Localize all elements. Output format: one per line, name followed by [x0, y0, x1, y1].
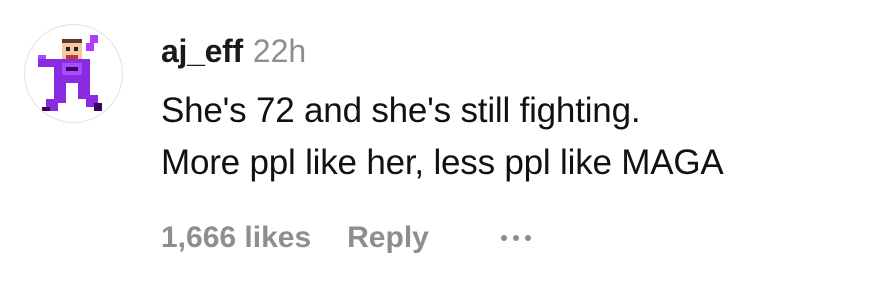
- ellipsis-dot: [512, 235, 519, 241]
- ellipsis-icon[interactable]: [500, 228, 531, 248]
- comment-actions: 1,666 likes Reply: [161, 218, 531, 258]
- timestamp: 22h: [252, 33, 307, 69]
- avatar[interactable]: [24, 24, 123, 123]
- comment-text-line: More ppl like her, less ppl like MAGA: [161, 143, 724, 182]
- ellipsis-dot: [500, 235, 507, 241]
- pixel-character-avatar-icon: [38, 35, 102, 111]
- likes-count[interactable]: 1,666 likes: [161, 221, 311, 255]
- comment: aj_eff 22h She's 72 and she's still fight…: [0, 0, 888, 284]
- reply-button[interactable]: Reply: [347, 221, 429, 255]
- comment-header: aj_eff 22h: [161, 33, 306, 73]
- username[interactable]: aj_eff: [161, 33, 243, 69]
- ellipsis-dot: [524, 235, 531, 241]
- comment-text: She's 72 and she's still fighting. More …: [161, 85, 876, 189]
- comment-text-line: She's 72 and she's still fighting.: [161, 91, 641, 130]
